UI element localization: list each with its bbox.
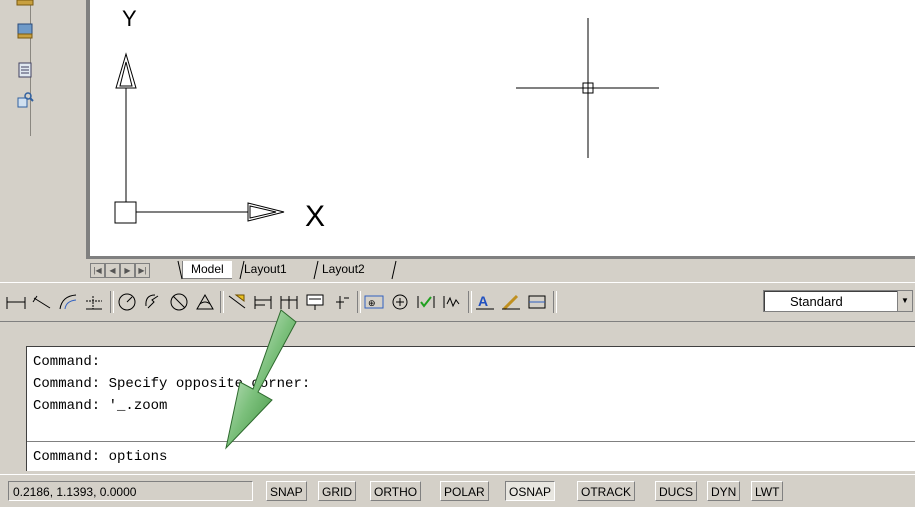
diameter-dimension-icon[interactable]	[168, 292, 190, 312]
quick-dimension-icon[interactable]	[226, 292, 248, 312]
tab-nav-next-button[interactable]: ▶	[120, 263, 135, 278]
drawing-canvas[interactable]: Y X	[90, 0, 915, 256]
ucs-and-crosshair: Y X	[114, 6, 659, 233]
command-divider	[27, 441, 915, 442]
tab-nav-first-button[interactable]: |◀	[90, 263, 105, 278]
command-history-line: Command: Specify opposite corner:	[33, 376, 311, 392]
dyn-toggle[interactable]: DYN	[707, 481, 741, 501]
ortho-toggle[interactable]: ORTHO	[370, 481, 422, 501]
baseline-dimension-icon[interactable]	[252, 292, 274, 312]
command-history-line: Command: '_.zoom	[33, 398, 168, 414]
dimension-edit-icon[interactable]	[389, 292, 411, 312]
svg-text:A: A	[478, 293, 488, 309]
dimension-override-icon[interactable]	[500, 292, 522, 312]
toolbar-separator	[553, 291, 557, 313]
layout-tabs-bar: |◀ ◀ ▶ ▶| Model Layout1 Layout2	[86, 258, 915, 281]
command-area: Command: Command: Specify opposite corne…	[0, 322, 915, 472]
linear-dimension-icon[interactable]	[5, 292, 27, 312]
tab-layout2[interactable]: Layout2	[314, 261, 373, 278]
polar-toggle[interactable]: POLAR	[440, 481, 489, 501]
tool-palette-icon[interactable]	[15, 90, 35, 110]
snap-toggle[interactable]: SNAP	[266, 481, 307, 501]
otrack-toggle[interactable]: OTRACK	[577, 481, 636, 501]
angular-dimension-icon[interactable]	[194, 292, 216, 312]
ducs-toggle[interactable]: DUCS	[655, 481, 698, 501]
aligned-dimension-icon[interactable]	[31, 292, 53, 312]
chevron-down-icon[interactable]: ▼	[897, 291, 912, 311]
dimension-style-icon[interactable]	[526, 292, 548, 312]
dimension-toolbar: ⊕ A Standard ▼	[0, 282, 915, 322]
tab-nav-prev-button[interactable]: ◀	[105, 263, 120, 278]
osnap-toggle[interactable]: OSNAP	[505, 481, 556, 501]
status-bar: 0.2186, 1.1393, 0.0000 SNAP GRID ORTHO P…	[0, 474, 915, 507]
dimension-text-edit-icon[interactable]	[415, 292, 437, 312]
toolbar-separator	[220, 291, 224, 313]
tab-nav-last-button[interactable]: ▶|	[135, 263, 150, 278]
dimension-style-a-icon[interactable]: A	[474, 292, 496, 312]
coordinate-display[interactable]: 0.2186, 1.1393, 0.0000	[8, 481, 253, 501]
render-icon[interactable]	[15, 20, 35, 40]
continue-dimension-icon[interactable]	[278, 292, 300, 312]
svg-text:⊕: ⊕	[368, 298, 376, 308]
center-mark-icon[interactable]: ⊕	[363, 292, 385, 312]
tolerance-icon[interactable]	[330, 292, 352, 312]
left-toolbar	[0, 0, 46, 278]
properties-icon[interactable]	[15, 60, 35, 80]
quick-leader-icon[interactable]	[304, 292, 326, 312]
command-window[interactable]: Command: Command: Specify opposite corne…	[26, 346, 915, 471]
left-toolbar-strip	[6, 0, 34, 136]
tab-model[interactable]: Model	[182, 261, 232, 279]
toolbar-separator	[357, 291, 361, 313]
radius-dimension-icon[interactable]	[116, 292, 138, 312]
ordinate-dimension-icon[interactable]	[83, 292, 105, 312]
arc-length-icon[interactable]	[57, 292, 79, 312]
dimension-style-value: Standard	[790, 294, 843, 309]
ucs-x-label: X	[305, 200, 325, 233]
dimension-style-select[interactable]: Standard ▼	[763, 290, 913, 312]
lwt-toggle[interactable]: LWT	[751, 481, 784, 501]
dimension-update-icon[interactable]	[441, 292, 463, 312]
toolbar-separator	[468, 291, 472, 313]
tab-layout1[interactable]: Layout1	[236, 261, 295, 278]
command-input[interactable]: Command: options	[33, 447, 167, 467]
command-history-line: Command:	[33, 354, 101, 370]
jogged-dimension-icon[interactable]	[142, 292, 164, 312]
ucs-y-label: Y	[122, 6, 137, 31]
toolbar-separator	[110, 291, 114, 313]
partial-toolbar-icon[interactable]	[15, 0, 35, 6]
grid-toggle[interactable]: GRID	[318, 481, 356, 501]
